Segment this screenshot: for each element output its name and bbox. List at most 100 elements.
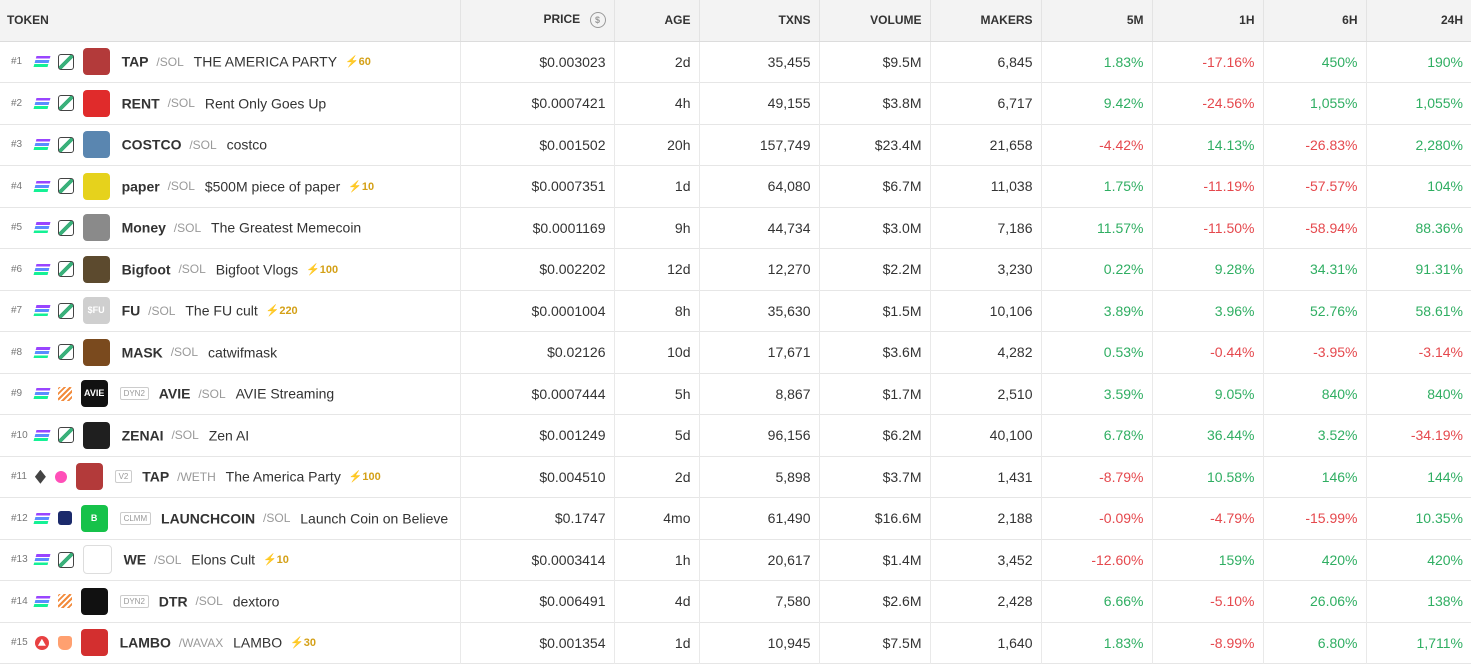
change-6h-cell: -15.99% <box>1262 497 1366 539</box>
change-1h-cell: 9.05% <box>1151 373 1263 415</box>
token-cell[interactable]: #9 AVIE DYN2 AVIE /SOL AVIE Streaming <box>0 373 460 415</box>
change-5m-cell: 6.78% <box>1040 414 1152 456</box>
change-24h-cell: 840% <box>1365 373 1471 415</box>
change-24h-cell: 420% <box>1365 539 1471 581</box>
volume-cell: $3.0M <box>818 207 930 249</box>
change-1h-cell: -11.19% <box>1151 165 1263 207</box>
token-cell[interactable]: #4 paper /SOL $500M piece of paper ⚡10 <box>0 166 460 208</box>
table-row-6[interactable]: #6 Bigfoot /SOL Bigfoot Vlogs ⚡100 $0.00… <box>0 248 1471 291</box>
table-row-10[interactable]: #10 ZENAI /SOL Zen AI $0.001249 5d 96,15… <box>0 414 1471 457</box>
token-cell[interactable]: #12 B CLMM LAUNCHCOIN /SOL Launch Coin o… <box>0 498 460 540</box>
token-name: The Greatest Memecoin <box>211 219 362 236</box>
token-cell[interactable]: #2 RENT /SOL Rent Only Goes Up <box>0 83 460 125</box>
table-row-9[interactable]: #9 AVIE DYN2 AVIE /SOL AVIE Streaming $0… <box>0 373 1471 415</box>
table-row-15[interactable]: #15 LAMBO /WAVAX LAMBO ⚡30 $0.001354 1d … <box>0 622 1471 664</box>
table-row-5[interactable]: #5 Money /SOL The Greatest Memecoin $0.0… <box>0 207 1471 249</box>
change-1h-cell: -8.99% <box>1151 622 1263 664</box>
change-6h-cell: 34.31% <box>1262 248 1366 290</box>
token-cell[interactable]: #7 $FU FU /SOL The FU cult ⚡220 <box>0 290 460 332</box>
col-header-6h[interactable]: 6H <box>1262 0 1366 42</box>
token-symbol: AVIE <box>158 385 191 402</box>
age-cell: 4d <box>613 580 699 622</box>
token-cell[interactable]: #11 V2 TAP /WETH The America Party ⚡100 <box>0 456 460 498</box>
token-name: $500M piece of paper <box>204 178 341 195</box>
col-header-txns[interactable]: TXNS <box>698 0 819 42</box>
token-cell[interactable]: #10 ZENAI /SOL Zen AI <box>0 415 460 457</box>
token-pairs-table: TOKEN PRICE $ AGE TXNS VOLUME MAKERS 5M … <box>0 0 1471 664</box>
rank-label: #13 <box>11 554 28 566</box>
table-row-12[interactable]: #12 B CLMM LAUNCHCOIN /SOL Launch Coin o… <box>0 497 1471 540</box>
change-24h-cell: 2,280% <box>1365 124 1471 166</box>
col-header-age[interactable]: AGE <box>613 0 699 42</box>
change-5m-cell: 1.83% <box>1040 622 1152 664</box>
token-cell[interactable]: #3 COSTCO /SOL costco <box>0 124 460 166</box>
txns-cell: 17,671 <box>698 331 819 373</box>
age-cell: 12d <box>613 248 699 290</box>
makers-cell: 2,188 <box>929 497 1041 539</box>
eth-chain-icon <box>34 469 46 484</box>
change-5m-cell: 6.66% <box>1040 580 1152 622</box>
col-header-price[interactable]: PRICE $ <box>459 0 614 42</box>
change-5m-cell: 0.22% <box>1040 248 1152 290</box>
txns-cell: 8,867 <box>698 373 819 415</box>
price-cell: $0.0003414 <box>459 539 614 581</box>
token-cell[interactable]: #1 TAP /SOL THE AMERICA PARTY ⚡60 <box>0 41 460 83</box>
token-cell[interactable]: #14 DYN2 DTR /SOL dextoro <box>0 581 460 623</box>
table-row-2[interactable]: #2 RENT /SOL Rent Only Goes Up $0.000742… <box>0 82 1471 125</box>
age-cell: 1d <box>613 622 699 664</box>
token-name: Launch Coin on Believe <box>300 510 449 527</box>
change-1h-cell: 3.96% <box>1151 290 1263 332</box>
token-cell[interactable]: #8 MASK /SOL catwifmask <box>0 332 460 374</box>
change-24h-cell: 58.61% <box>1365 290 1471 332</box>
raydium-dex-icon <box>57 178 74 195</box>
volume-cell: $16.6M <box>818 497 930 539</box>
table-row-11[interactable]: #11 V2 TAP /WETH The America Party ⚡100 … <box>0 456 1471 498</box>
quote-token: /SOL <box>154 552 182 567</box>
dollar-circle-icon[interactable]: $ <box>589 12 606 29</box>
col-header-1h[interactable]: 1H <box>1151 0 1263 42</box>
solana-chain-icon <box>33 56 51 68</box>
change-5m-cell: 1.83% <box>1040 41 1152 83</box>
rank-label: #11 <box>11 471 27 483</box>
col-header-24h[interactable]: 24H <box>1365 0 1471 42</box>
age-cell: 8h <box>613 290 699 332</box>
token-avatar <box>82 214 110 242</box>
change-24h-cell: 1,055% <box>1365 82 1471 124</box>
table-row-1[interactable]: #1 TAP /SOL THE AMERICA PARTY ⚡60 $0.003… <box>0 41 1471 83</box>
boost-badge: ⚡100 <box>348 471 381 484</box>
table-row-3[interactable]: #3 COSTCO /SOL costco $0.001502 20h 157,… <box>0 124 1471 166</box>
token-symbol: MASK <box>121 344 163 361</box>
token-cell[interactable]: #13 WE /SOL Elons Cult ⚡10 <box>0 539 460 581</box>
price-cell: $0.002202 <box>459 248 614 290</box>
token-name: Bigfoot Vlogs <box>215 261 299 278</box>
raydium-dex-icon <box>57 551 74 568</box>
token-cell[interactable]: #6 Bigfoot /SOL Bigfoot Vlogs ⚡100 <box>0 249 460 291</box>
table-row-7[interactable]: #7 $FU FU /SOL The FU cult ⚡220 $0.00010… <box>0 290 1471 332</box>
col-header-volume[interactable]: VOLUME <box>818 0 930 42</box>
change-6h-cell: -58.94% <box>1262 207 1366 249</box>
token-name: dextoro <box>232 593 280 610</box>
table-row-8[interactable]: #8 MASK /SOL catwifmask $0.02126 10d 17,… <box>0 331 1471 374</box>
change-6h-cell: -57.57% <box>1262 165 1366 207</box>
age-cell: 1h <box>613 539 699 581</box>
col-header-5m[interactable]: 5M <box>1040 0 1152 42</box>
token-cell[interactable]: #5 Money /SOL The Greatest Memecoin <box>0 207 460 249</box>
change-1h-cell: -0.44% <box>1151 331 1263 373</box>
solana-chain-icon <box>33 263 51 275</box>
txns-cell: 64,080 <box>698 165 819 207</box>
table-row-14[interactable]: #14 DYN2 DTR /SOL dextoro $0.006491 4d 7… <box>0 580 1471 623</box>
rank-label: #3 <box>11 139 23 151</box>
col-header-token[interactable]: TOKEN <box>0 0 460 42</box>
table-row-4[interactable]: #4 paper /SOL $500M piece of paper ⚡10 $… <box>0 165 1471 208</box>
txns-cell: 7,580 <box>698 580 819 622</box>
token-name: Rent Only Goes Up <box>204 95 327 112</box>
col-header-makers[interactable]: MAKERS <box>929 0 1041 42</box>
table-row-13[interactable]: #13 WE /SOL Elons Cult ⚡10 $0.0003414 1h… <box>0 539 1471 581</box>
makers-cell: 40,100 <box>929 414 1041 456</box>
volume-cell: $3.6M <box>818 331 930 373</box>
change-1h-cell: -5.10% <box>1151 580 1263 622</box>
token-cell[interactable]: #15 LAMBO /WAVAX LAMBO ⚡30 <box>0 622 460 664</box>
volume-cell: $1.4M <box>818 539 930 581</box>
token-avatar: $FU <box>82 297 110 325</box>
rank-label: #15 <box>11 637 28 649</box>
